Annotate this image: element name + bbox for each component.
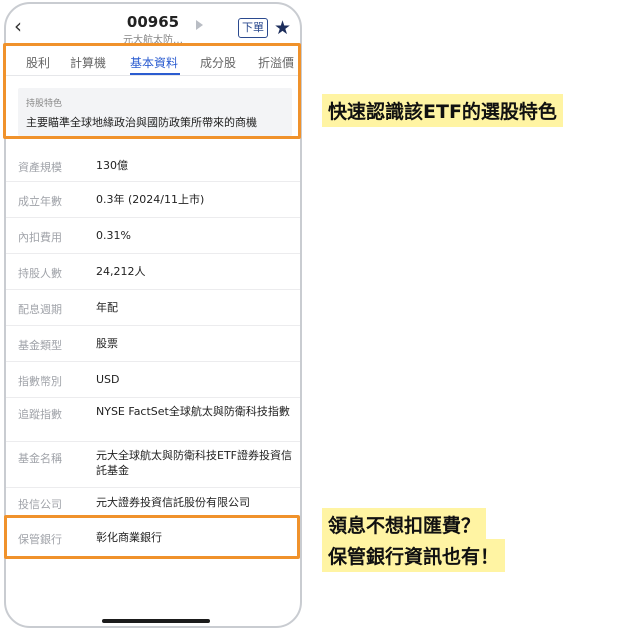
basic-info-list: 資產規模 130億成立年數 0.3年 (2024/11上市) 內扣費用 0.31% 持股人… <box>6 149 300 558</box>
star-icon[interactable]: ★ <box>274 17 291 39</box>
info-row-value: 彰化商業銀行 <box>96 531 162 544</box>
info-row-label: 資產規模 <box>18 161 62 174</box>
info-row: 保管銀行 彰化商業銀行 <box>6 518 300 558</box>
info-row-value: 元大證券投資信託股份有限公司 <box>96 496 250 509</box>
holding-feature-text: 主要瞄準全球地緣政治與國防政策所帶來的商機 <box>26 116 257 129</box>
info-row-value: 股票 <box>96 337 118 350</box>
info-row-value: USD <box>96 373 120 386</box>
order-button[interactable]: 下單 <box>238 18 268 38</box>
tab-premium-discount[interactable]: 折溢價 <box>258 54 294 71</box>
info-row: 指數幣別 USD <box>6 362 300 398</box>
info-row: 基金名稱 元大全球航太與防衛科技ETF證券投資信託基金 <box>6 442 300 488</box>
home-indicator <box>102 619 210 623</box>
holding-feature-card: 持股特色 主要瞄準全球地緣政治與國防政策所帶來的商機 <box>18 88 292 136</box>
active-tab-indicator <box>130 73 180 75</box>
info-row: 內扣費用 0.31% <box>6 218 300 254</box>
tab-calculator[interactable]: 計算機 <box>70 54 106 71</box>
callout-feature: 快速認識該ETF的選股特色 <box>322 94 563 127</box>
info-row-value: 130億 <box>96 159 128 172</box>
tab-dividend[interactable]: 股利 <box>26 54 50 71</box>
tab-basic-info[interactable]: 基本資料 <box>130 54 178 71</box>
tab-constituents[interactable]: 成分股 <box>200 54 236 71</box>
info-row-label: 配息週期 <box>18 303 62 316</box>
info-row: 持股人數 24,212人 <box>6 254 300 290</box>
holding-feature-label: 持股特色 <box>26 99 63 109</box>
info-row: 追蹤指數 NYSE FactSet全球航太與防衛科技指數 <box>6 398 300 442</box>
callout-custodian-line1: 領息不想扣匯費？ <box>322 508 487 541</box>
info-row-label: 基金名稱 <box>18 452 62 465</box>
info-row-label: 指數幣別 <box>18 375 62 388</box>
info-row-label: 持股人數 <box>18 267 62 280</box>
info-row-value: 元大全球航太與防衛科技ETF證券投資信託基金 <box>96 449 292 477</box>
info-row-label: 內扣費用 <box>18 231 62 244</box>
info-row-label: 基金類型 <box>18 339 62 352</box>
info-row: 基金類型 股票 <box>6 326 300 362</box>
info-row: 成立年數 0.3年 (2024/11上市) <box>6 182 300 218</box>
info-row-label: 成立年數 <box>18 195 62 208</box>
info-row-value: 24,212人 <box>96 265 146 278</box>
callout-custodian-line2: 保管銀行資訊也有！ <box>322 539 506 572</box>
phone-frame: ‹ 00965 元大航太防… 下單 ★ 股利 計算機 基本資料 成分股 折溢價 … <box>4 2 302 628</box>
info-row-value: 0.31% <box>96 229 131 242</box>
info-row-label: 追蹤指數 <box>18 408 62 421</box>
play-icon[interactable] <box>196 20 203 30</box>
info-row-label: 保管銀行 <box>18 533 62 546</box>
info-row: 配息週期 年配 <box>6 290 300 326</box>
info-row-value: 0.3年 (2024/11上市) <box>96 193 205 206</box>
info-row-label: 投信公司 <box>18 498 62 511</box>
info-row-value: 年配 <box>96 301 118 314</box>
info-row-value: NYSE FactSet全球航太與防衛科技指數 <box>96 405 290 418</box>
tab-bar: 股利 計算機 基本資料 成分股 折溢價 <box>6 48 300 76</box>
info-row: 資產規模 130億 <box>6 149 300 182</box>
info-row: 投信公司 元大證券投資信託股份有限公司 <box>6 488 300 518</box>
top-nav-bar: ‹ 00965 元大航太防… 下單 ★ <box>6 4 300 48</box>
